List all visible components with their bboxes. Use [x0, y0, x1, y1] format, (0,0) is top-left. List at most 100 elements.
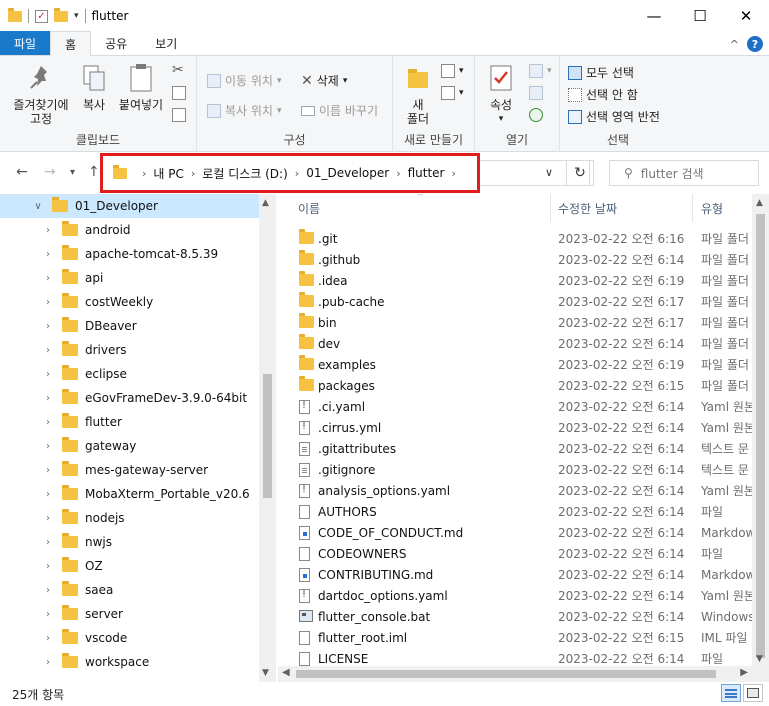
column-header-date[interactable]: 수정한 날짜 — [558, 194, 617, 222]
scroll-down-icon[interactable]: ▼ — [756, 654, 763, 664]
chevron-down-icon[interactable]: ∨ — [30, 201, 46, 212]
chevron-right-icon[interactable]: › — [40, 393, 56, 404]
scroll-up-icon[interactable]: ▲ — [262, 198, 269, 208]
file-row[interactable]: analysis_options.yaml 2023-02-22 오전 6:14 Y… — [278, 480, 752, 501]
file-row[interactable]: examples 2023-02-22 오전 6:19 파일 폴더 — [278, 354, 752, 375]
help-icon[interactable]: ? — [747, 36, 763, 52]
up-arrow-icon[interactable]: ↑ — [88, 164, 100, 180]
chevron-right-icon[interactable]: › — [40, 633, 56, 644]
chevron-right-icon[interactable]: › — [40, 537, 56, 548]
file-row[interactable]: .gitattributes 2023-02-22 오전 6:14 텍스트 문 — [278, 438, 752, 459]
tab-share[interactable]: 공유 — [91, 31, 141, 55]
column-header-type[interactable]: 유형 — [701, 194, 723, 222]
breadcrumb-local-disk[interactable]: 로컬 디스크 (D:) — [202, 165, 287, 182]
chevron-right-icon[interactable]: › — [40, 273, 56, 284]
tab-file[interactable]: 파일 — [0, 31, 51, 55]
tree-item[interactable]: › workspace — [0, 650, 259, 674]
properties-button[interactable]: 속성 ▾ — [483, 62, 519, 126]
properties-icon[interactable]: ✓ — [35, 9, 48, 23]
tree-item[interactable]: › costWeekly — [0, 290, 259, 314]
copy-button[interactable]: 복사 — [76, 62, 112, 112]
back-arrow-icon[interactable]: ← — [16, 164, 28, 180]
chevron-right-icon[interactable]: › — [40, 441, 56, 452]
edit-button[interactable] — [529, 86, 543, 100]
search-box[interactable]: ⚲ flutter 검색 — [609, 160, 759, 186]
large-icons-view-button[interactable] — [743, 684, 763, 702]
file-row[interactable]: dartdoc_options.yaml 2023-02-22 오전 6:14 Ya… — [278, 585, 752, 606]
chevron-right-icon[interactable]: › — [295, 167, 299, 180]
file-row[interactable]: .gitignore 2023-02-22 오전 6:14 텍스트 문 — [278, 459, 752, 480]
open-button[interactable]: ▾ — [529, 64, 552, 78]
tree-item[interactable]: › eGovFrameDev-3.9.0-64bit — [0, 386, 259, 410]
tab-home[interactable]: 홈 — [50, 31, 92, 56]
pin-to-quick-access-button[interactable]: 즐겨찾기에 고정 — [6, 62, 76, 126]
column-divider[interactable] — [692, 194, 693, 222]
copy-to-button[interactable]: 복사 위치 ▾ — [207, 102, 282, 119]
tab-view[interactable]: 보기 — [141, 31, 191, 55]
file-row[interactable]: .git 2023-02-22 오전 6:16 파일 폴더 — [278, 228, 752, 249]
file-row[interactable]: CODE_OF_CONDUCT.md 2023-02-22 오전 6:14 Mark… — [278, 522, 752, 543]
file-row[interactable]: .github 2023-02-22 오전 6:14 파일 폴더 — [278, 249, 752, 270]
chevron-right-icon[interactable]: › — [40, 297, 56, 308]
chevron-right-icon[interactable]: › — [40, 489, 56, 500]
chevron-right-icon[interactable]: › — [40, 249, 56, 260]
column-header-name[interactable]: 이름 — [298, 194, 320, 222]
tree-item[interactable]: › DBeaver — [0, 314, 259, 338]
file-row[interactable]: CODEOWNERS 2023-02-22 오전 6:14 파일 — [278, 543, 752, 564]
file-row[interactable]: .ci.yaml 2023-02-22 오전 6:14 Yaml 원본 — [278, 396, 752, 417]
tree-item[interactable]: › saea — [0, 578, 259, 602]
file-row[interactable]: AUTHORS 2023-02-22 오전 6:14 파일 — [278, 501, 752, 522]
easy-access-button[interactable]: ▾ — [441, 86, 464, 100]
close-button[interactable]: ✕ — [723, 0, 769, 32]
scrollbar-thumb[interactable] — [756, 214, 765, 658]
chevron-right-icon[interactable]: › — [40, 465, 56, 476]
tree-item[interactable]: › vscode — [0, 626, 259, 650]
column-divider[interactable] — [550, 194, 551, 222]
scroll-down-icon[interactable]: ▼ — [262, 668, 269, 678]
chevron-right-icon[interactable]: › — [191, 167, 195, 180]
history-button[interactable] — [529, 108, 543, 122]
chevron-right-icon[interactable]: › — [396, 167, 400, 180]
minimize-button[interactable]: — — [631, 0, 677, 32]
new-folder-icon[interactable] — [54, 7, 68, 22]
file-row[interactable]: CONTRIBUTING.md 2023-02-22 오전 6:14 Markdow — [278, 564, 752, 585]
breadcrumb-this-pc[interactable]: 내 PC — [153, 165, 183, 182]
invert-selection-button[interactable]: 선택 영역 반전 — [568, 108, 660, 125]
delete-button[interactable]: ✕ 삭제 ▾ — [301, 72, 347, 89]
chevron-right-icon[interactable]: › — [40, 369, 56, 380]
file-row[interactable]: .pub-cache 2023-02-22 오전 6:17 파일 폴더 — [278, 291, 752, 312]
scroll-right-icon[interactable]: ▶ — [740, 667, 748, 678]
chevron-right-icon[interactable]: › — [40, 321, 56, 332]
recent-locations-icon[interactable]: ▾ — [70, 167, 75, 178]
chevron-right-icon[interactable]: › — [40, 585, 56, 596]
paste-button[interactable]: 붙여넣기 — [116, 62, 166, 112]
file-row[interactable]: flutter_root.iml 2023-02-22 오전 6:15 IML 파일 — [278, 627, 752, 648]
file-row[interactable]: .idea 2023-02-22 오전 6:19 파일 폴더 — [278, 270, 752, 291]
chevron-right-icon[interactable]: › — [40, 657, 56, 668]
scrollbar-thumb[interactable] — [296, 670, 716, 678]
customize-qat-icon[interactable]: ▾ — [74, 11, 79, 21]
paste-shortcut-button[interactable] — [172, 108, 186, 122]
chevron-right-icon[interactable]: › — [40, 609, 56, 620]
chevron-right-icon[interactable]: › — [40, 513, 56, 524]
collapse-ribbon-icon[interactable]: ^ — [730, 38, 739, 51]
move-to-button[interactable]: 이동 위치 ▾ — [207, 72, 282, 89]
navigation-pane-scrollbar[interactable]: ▲ ▼ — [259, 194, 276, 682]
cut-button[interactable]: ✂ — [172, 62, 184, 78]
tree-item[interactable]: › nodejs — [0, 506, 259, 530]
tree-item[interactable]: › api — [0, 266, 259, 290]
chevron-right-icon[interactable]: › — [142, 167, 146, 180]
chevron-right-icon[interactable]: › — [40, 417, 56, 428]
chevron-right-icon[interactable]: › — [40, 561, 56, 572]
details-view-button[interactable] — [721, 684, 741, 702]
chevron-right-icon[interactable]: › — [451, 167, 455, 180]
address-history-dropdown-icon[interactable]: ∨ — [545, 166, 553, 179]
tree-item[interactable]: › apache-tomcat-8.5.39 — [0, 242, 259, 266]
tree-item[interactable]: › OZ — [0, 554, 259, 578]
tree-item[interactable]: › server — [0, 602, 259, 626]
scroll-up-icon[interactable]: ▲ — [756, 198, 763, 208]
new-folder-button[interactable]: 새 폴더 — [401, 62, 435, 126]
tree-item[interactable]: › eclipse — [0, 362, 259, 386]
tree-item[interactable]: › MobaXterm_Portable_v20.6 — [0, 482, 259, 506]
file-row[interactable]: LICENSE 2023-02-22 오전 6:14 파일 — [278, 648, 752, 666]
